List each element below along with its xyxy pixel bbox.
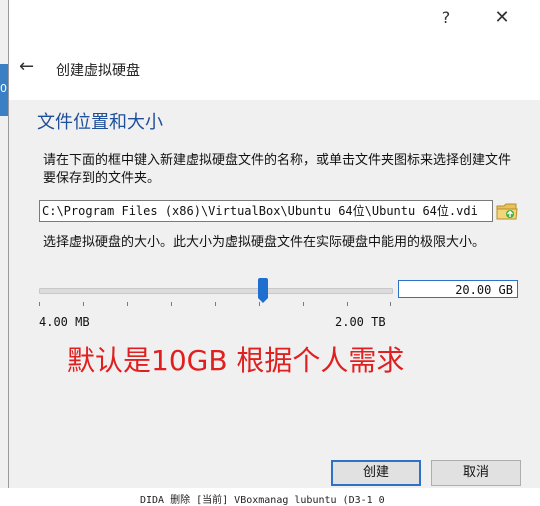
back-arrow-icon[interactable]: ← (19, 56, 34, 77)
min-size-label: 4.00 MB (39, 315, 90, 329)
file-path-input[interactable]: C:\Program Files (x86)\VirtualBox\Ubuntu… (39, 200, 493, 222)
slider-tick (127, 302, 128, 306)
slider-tick (390, 302, 391, 306)
location-description: 请在下面的框中键入新建虚拟硬盘文件的名称，或单击文件夹图标来选择创建文件要保存到… (43, 153, 512, 186)
size-description: 选择虚拟硬盘的大小。此大小为虚拟硬盘文件在实际硬盘中能用的极限大小。 (43, 235, 486, 250)
slider-tick (347, 302, 348, 306)
slider-thumb[interactable] (258, 278, 268, 303)
disk-size-slider[interactable] (39, 278, 393, 306)
disk-size-input[interactable]: 20.00 GB (398, 280, 518, 298)
slider-tick (83, 302, 84, 306)
cancel-button[interactable]: 取消 (431, 460, 521, 486)
create-virtual-disk-dialog: ? ✕ ← 创建虚拟硬盘 文件位置和大小 请在下面的框中键入新建虚拟硬盘文件的名… (8, 0, 540, 488)
section-title: 文件位置和大小 (37, 112, 163, 133)
slider-tick (171, 302, 172, 306)
create-button[interactable]: 创建 (331, 460, 421, 486)
close-button[interactable]: ✕ (487, 7, 517, 28)
help-button[interactable]: ? (431, 8, 461, 27)
title-bar: ? ✕ (9, 0, 540, 40)
slider-tick (215, 302, 216, 306)
background-edge-text: 0 (0, 82, 7, 95)
background-window-highlight: 0 (0, 64, 8, 116)
slider-tick (39, 302, 40, 306)
background-bottom-text: DIDA 删除 [当前] VBoxmanag lubuntu (D3-1 0 (140, 495, 385, 506)
file-path-value: C:\Program Files (x86)\VirtualBox\Ubuntu… (42, 204, 478, 218)
slider-tick (303, 302, 304, 306)
annotation-note: 默认是10GB 根据个人需求 (67, 344, 405, 377)
max-size-label: 2.00 TB (335, 315, 386, 329)
folder-icon[interactable] (496, 200, 518, 222)
wizard-title: 创建虚拟硬盘 (56, 63, 140, 79)
slider-track[interactable] (39, 288, 393, 294)
